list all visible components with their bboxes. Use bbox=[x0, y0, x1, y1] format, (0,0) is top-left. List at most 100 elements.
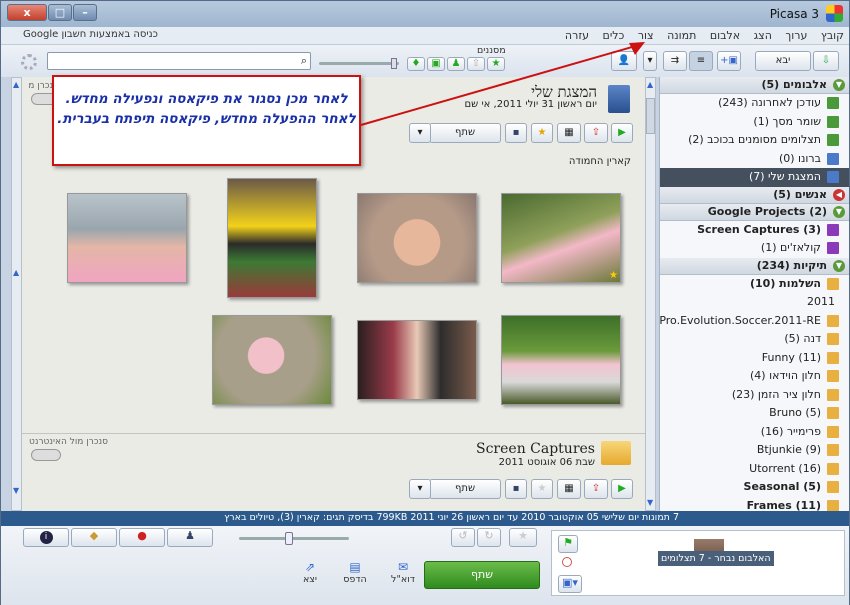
print-label: הדפס bbox=[343, 574, 367, 585]
album-caption: קארין החמודה bbox=[568, 156, 631, 167]
album-icon bbox=[827, 97, 839, 109]
hold-tray-button[interactable]: ⚑ bbox=[558, 535, 578, 553]
folder-item[interactable]: Bruno (5) bbox=[660, 404, 849, 423]
export-button[interactable]: ⇗ יצא bbox=[295, 560, 325, 585]
tags-button[interactable]: ◆ bbox=[71, 528, 117, 547]
list-view-button[interactable]: ≡ bbox=[689, 51, 713, 71]
zoom-slider-handle[interactable] bbox=[285, 532, 293, 545]
album2-title: Screen Captures bbox=[476, 441, 595, 457]
project-item[interactable]: קולאז'ים (1) bbox=[660, 239, 849, 258]
loading-spinner-icon bbox=[21, 54, 37, 70]
email-button[interactable]: ✉ דוא"ל bbox=[385, 560, 421, 585]
properties-button[interactable]: i bbox=[23, 528, 69, 547]
add-album-button[interactable]: +▣ bbox=[717, 51, 741, 71]
projects-section-header[interactable]: ▼ Google Projects (2) bbox=[660, 203, 849, 221]
geotag-button[interactable]: ● bbox=[119, 528, 165, 547]
folder-item[interactable]: Pro.Evolution.Soccer.2011-RE... bbox=[660, 312, 849, 331]
callout-arrow bbox=[360, 42, 645, 126]
people-panel-button[interactable]: ♟ bbox=[167, 528, 213, 547]
person-icon: ♟ bbox=[185, 529, 195, 542]
menu-picture[interactable]: תמונה bbox=[662, 27, 701, 44]
folder-item[interactable]: חלון הוידאו (4) bbox=[660, 367, 849, 386]
google-signin-link[interactable]: כניסה באמצעות חשבון Google bbox=[23, 29, 158, 40]
left-scrollbar[interactable]: ▲ ▲ ▼ bbox=[11, 77, 22, 511]
tree-view-button[interactable]: ⇉ bbox=[663, 51, 687, 71]
import-button[interactable]: ⇩ bbox=[813, 51, 839, 71]
email-icon: ✉ bbox=[397, 560, 409, 574]
folder-item[interactable]: חלון ציר הזמן (23) bbox=[660, 386, 849, 405]
picasa-window: x □ – Picasa 3 קובץ ערוך הצג אלבום תמונה… bbox=[0, 0, 850, 605]
folder-icon bbox=[827, 407, 839, 419]
folder-item[interactable]: Funny (11) bbox=[660, 349, 849, 368]
menu-view[interactable]: הצג bbox=[749, 27, 777, 44]
search-input[interactable]: ⌕ bbox=[47, 52, 311, 70]
photo-thumbnail[interactable] bbox=[357, 320, 477, 400]
folder-item[interactable]: השלמות (10) bbox=[660, 275, 849, 294]
album-item[interactable]: ברונו (0) bbox=[660, 150, 849, 169]
rotate-right-button[interactable]: ↻ bbox=[477, 528, 501, 547]
album2-date: שבת 06 אוגוסט 2011 bbox=[498, 457, 595, 468]
zoom-slider[interactable] bbox=[239, 532, 349, 545]
maximize-button[interactable]: □ bbox=[48, 4, 72, 21]
upload-icon: ⇪ bbox=[591, 483, 601, 494]
sync-toggle-2[interactable] bbox=[31, 449, 61, 461]
movie-button-2[interactable]: ▦ bbox=[557, 479, 581, 499]
minimize-button[interactable]: – bbox=[73, 4, 97, 21]
menu-album[interactable]: אלבום bbox=[705, 27, 745, 44]
photo-thumbnail[interactable] bbox=[357, 193, 477, 283]
folder-icon bbox=[827, 277, 839, 290]
share-dropdown-button-2[interactable]: ▾ bbox=[409, 479, 431, 499]
menu-file[interactable]: קובץ bbox=[816, 27, 849, 44]
photo-thumbnail[interactable]: ★ bbox=[501, 193, 621, 283]
photo-thumbnail[interactable] bbox=[212, 315, 332, 405]
star-button-2[interactable]: ★ bbox=[531, 479, 553, 499]
film-icon: ▦ bbox=[564, 483, 574, 494]
close-button[interactable]: x bbox=[7, 4, 47, 21]
album-item[interactable]: תצלומים מסומנים בכוכב (2) bbox=[660, 131, 849, 150]
collapse-icon[interactable]: ◀ bbox=[833, 188, 845, 201]
rotate-left-button[interactable]: ↺ bbox=[451, 528, 475, 547]
project-item[interactable]: Screen Captures (3) bbox=[660, 221, 849, 240]
save-button-2[interactable]: ▪ bbox=[505, 479, 527, 499]
slideshow-button-2[interactable]: ▶ bbox=[611, 479, 633, 499]
folder-icon bbox=[827, 333, 839, 345]
albums-section-header[interactable]: ▼ אלבומים (5) bbox=[660, 77, 849, 94]
expand-icon[interactable]: ▼ bbox=[833, 259, 845, 272]
photo-thumbnail[interactable] bbox=[67, 193, 187, 283]
album-item[interactable]: עודכן לאחרונה (243) bbox=[660, 94, 849, 113]
star-toggle-button[interactable]: ★ bbox=[509, 528, 537, 547]
album-icon bbox=[827, 115, 839, 128]
folder-icon bbox=[827, 462, 839, 475]
upload-button-2[interactable]: ⇪ bbox=[584, 479, 608, 499]
folders-section-header[interactable]: ▼ תיקיות (234) bbox=[660, 257, 849, 275]
menu-edit[interactable]: ערוך bbox=[780, 27, 812, 44]
share-google-button[interactable]: שתף bbox=[424, 561, 540, 589]
printer-icon: ▤ bbox=[349, 560, 361, 574]
folder-item[interactable]: Frames (11) bbox=[660, 497, 849, 511]
photo-thumbnail[interactable] bbox=[501, 315, 621, 405]
expand-icon[interactable]: ▼ bbox=[833, 79, 845, 91]
folder-item[interactable]: Utorrent (16) bbox=[660, 460, 849, 479]
main-scrollbar[interactable]: ▲ ▼ bbox=[645, 77, 656, 511]
people-section-header[interactable]: ◀ אנשים (5) bbox=[660, 186, 849, 204]
clear-tray-icon[interactable] bbox=[562, 557, 572, 567]
sync-label-2: סנכרן מול האינטרנט bbox=[29, 437, 109, 447]
folder-icon bbox=[827, 444, 839, 456]
folder-item[interactable]: Btjunkie (9) bbox=[660, 441, 849, 460]
print-button[interactable]: ▤ הדפס bbox=[337, 560, 373, 585]
album-add-icon: ▣▾ bbox=[562, 576, 578, 589]
folder-item[interactable]: דנה (5) bbox=[660, 330, 849, 349]
folder-item[interactable]: פרימייר (16) bbox=[660, 423, 849, 442]
email-label: דוא"ל bbox=[391, 574, 415, 585]
photo-thumbnail[interactable] bbox=[227, 178, 317, 298]
share-button-2[interactable]: שתף bbox=[429, 479, 501, 499]
import-label-button[interactable]: יבא bbox=[755, 51, 811, 71]
album-item-selected[interactable]: המצגת שלי (7) bbox=[660, 168, 849, 187]
album-item[interactable]: שומר מסך (1) bbox=[660, 113, 849, 132]
folder-item[interactable]: Seasonal (5) bbox=[660, 478, 849, 497]
expand-icon[interactable]: ▼ bbox=[833, 205, 845, 218]
tag-icon: ◆ bbox=[89, 529, 99, 542]
folder-item[interactable]: 2011 bbox=[660, 293, 849, 312]
add-to-album-button[interactable]: ▣▾ bbox=[558, 575, 582, 593]
album-icon bbox=[827, 171, 839, 183]
